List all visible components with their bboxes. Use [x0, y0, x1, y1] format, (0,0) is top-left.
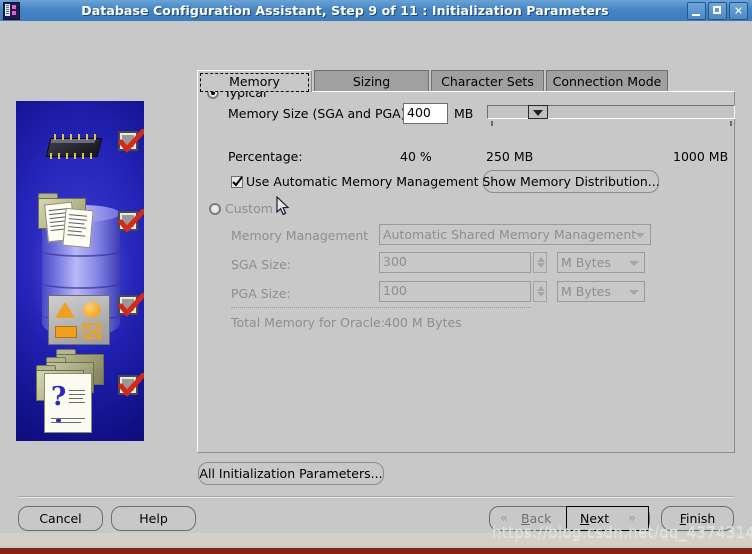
- wizard-illustration: ?: [16, 101, 144, 441]
- chevron-down-icon: [629, 290, 639, 295]
- auto-memory-checkbox[interactable]: [231, 176, 243, 188]
- pga-unit-value: M Bytes: [561, 284, 611, 299]
- memory-size-slider-thumb[interactable]: [528, 105, 548, 119]
- tab-connection-mode[interactable]: Connection Mode: [546, 70, 668, 92]
- dbca-window: Database Configuration Assistant, Step 9…: [0, 0, 752, 554]
- next-button-label[interactable]: Next: [580, 511, 609, 526]
- memory-management-combo: Automatic Shared Memory Management: [379, 224, 651, 245]
- percentage-value: 40 %: [400, 149, 432, 164]
- tab-sizing[interactable]: Sizing: [314, 70, 429, 92]
- sga-unit-value: M Bytes: [561, 255, 611, 270]
- check-icon: [232, 176, 243, 187]
- show-memory-distribution-button[interactable]: Show Memory Distribution...: [482, 170, 660, 193]
- tab-character-sets-label: Character Sets: [441, 74, 534, 89]
- checkmark-icon-4: [118, 373, 144, 397]
- shapes-panel-icon: [48, 295, 110, 345]
- total-memory-value: 400 M Bytes: [384, 315, 462, 330]
- back-button-label[interactable]: Back: [521, 511, 551, 526]
- footer-separator: [18, 496, 734, 497]
- close-icon: ✕: [733, 4, 744, 17]
- all-initialization-parameters-button[interactable]: All Initialization Parameters...: [198, 462, 384, 485]
- pga-size-label: PGA Size:: [231, 286, 291, 301]
- finish-label: Finish: [679, 511, 716, 526]
- slider-tick-max: [730, 121, 732, 126]
- next-chevron-icon: »: [628, 511, 636, 526]
- sga-size-input: 300: [379, 252, 531, 273]
- slider-max-label: 1000 MB: [673, 149, 729, 164]
- question-document-icon: ?: [44, 373, 92, 433]
- total-memory-label: Total Memory for Oracle:: [231, 315, 386, 330]
- sga-unit-combo: M Bytes: [557, 252, 645, 273]
- window-title: Database Configuration Assistant, Step 9…: [81, 3, 609, 18]
- memory-management-label: Memory Management: [231, 228, 369, 243]
- custom-radio[interactable]: [209, 203, 221, 215]
- tab-focus-ring: [200, 73, 309, 92]
- close-button[interactable]: ✕: [729, 1, 748, 20]
- next-label-rest: ext: [589, 511, 610, 526]
- memory-size-label: Memory Size (SGA and PGA):: [228, 106, 410, 121]
- back-label-rest: ack: [529, 511, 552, 526]
- custom-separator: [231, 307, 531, 308]
- minimize-button[interactable]: [687, 1, 706, 20]
- checkmark-icon-3: [118, 293, 144, 317]
- help-button[interactable]: Help: [111, 506, 196, 531]
- memory-size-slider[interactable]: [487, 105, 735, 119]
- app-icon: [3, 1, 20, 20]
- maximize-button[interactable]: [708, 1, 727, 20]
- memory-size-unit-label: MB: [454, 106, 474, 121]
- slider-min-label: 250 MB: [486, 149, 534, 164]
- window-bottom-border: [0, 546, 752, 554]
- sga-size-label: SGA Size:: [231, 257, 292, 272]
- tab-character-sets[interactable]: Character Sets: [431, 70, 544, 92]
- pga-unit-combo: M Bytes: [557, 281, 645, 302]
- percentage-label: Percentage:: [228, 149, 303, 164]
- pga-size-input: 100: [379, 281, 531, 302]
- sga-size-spinner: [533, 252, 547, 273]
- tab-connection-mode-label: Connection Mode: [552, 74, 662, 89]
- checkmark-icon-1: [118, 129, 144, 153]
- document-icon-b: [62, 207, 94, 249]
- title-bar: Database Configuration Assistant, Step 9…: [0, 0, 752, 22]
- cancel-button[interactable]: Cancel: [18, 506, 103, 531]
- pga-size-spinner: [533, 281, 547, 302]
- memory-size-input[interactable]: 400: [403, 103, 448, 124]
- back-chevron-icon: «: [500, 511, 508, 526]
- finish-button[interactable]: Finish: [661, 506, 734, 531]
- tab-sizing-label: Sizing: [352, 74, 391, 89]
- custom-label: Custom: [225, 201, 273, 216]
- chevron-down-icon: [629, 261, 639, 266]
- chevron-down-icon: [635, 233, 645, 238]
- chip-icon: [42, 133, 104, 159]
- slider-tick-min: [491, 121, 493, 126]
- auto-memory-label: Use Automatic Memory Management: [246, 174, 479, 189]
- window-controls: ✕: [687, 1, 748, 20]
- checkmark-icon-2: [118, 209, 144, 233]
- tab-memory[interactable]: Memory: [197, 70, 312, 92]
- window-client-area: ? Memory Sizing Character Sets Connectio…: [0, 21, 752, 554]
- memory-management-value: Automatic Shared Memory Management: [383, 227, 637, 242]
